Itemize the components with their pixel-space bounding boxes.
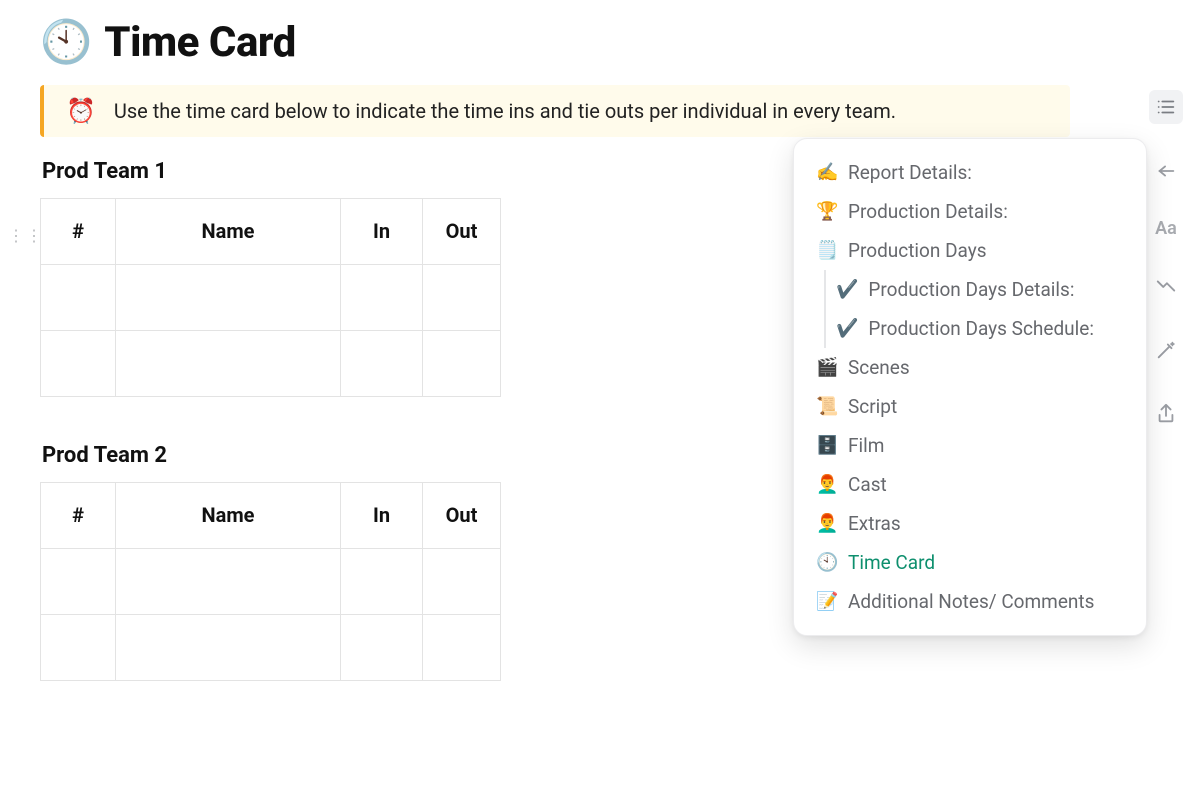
outline-item-label: Cast — [848, 473, 887, 496]
outline-toggle-button[interactable] — [1149, 90, 1183, 124]
col-header-out: Out — [423, 199, 501, 265]
cell[interactable] — [341, 265, 423, 331]
right-action-rail: Aa — [1144, 90, 1188, 431]
col-header-name: Name — [116, 199, 341, 265]
outline-item-production-days[interactable]: 🗒️ Production Days — [802, 231, 1138, 270]
table-header-row: # Name In Out — [41, 483, 501, 549]
alarm-clock-icon: ⏰ — [66, 99, 96, 123]
timecard-table-team1[interactable]: # Name In Out — [40, 198, 501, 397]
drag-handle-icon[interactable]: ⋮⋮ — [8, 226, 44, 245]
col-header-in: In — [341, 199, 423, 265]
outline-item-label: Script — [848, 395, 897, 418]
outline-panel[interactable]: ✍️ Report Details: 🏆 Production Details:… — [793, 138, 1147, 636]
table-row[interactable] — [41, 615, 501, 681]
cell[interactable] — [341, 331, 423, 397]
callout-block[interactable]: ⏰ Use the time card below to indicate th… — [40, 85, 1070, 137]
person-icon: 👨‍🦰 — [816, 474, 838, 495]
table-row[interactable] — [41, 331, 501, 397]
col-header-in: In — [341, 483, 423, 549]
outline-item-extras[interactable]: 👨‍🦰 Extras — [802, 504, 1138, 543]
outline-item-label: Additional Notes/ Comments — [848, 590, 1094, 613]
ai-assist-button[interactable] — [1149, 269, 1183, 303]
outline-item-time-card[interactable]: 🕙 Time Card — [802, 543, 1138, 582]
zigzag-icon — [1155, 275, 1177, 297]
outline-item-label: Time Card — [848, 551, 935, 574]
timecard-table-team2[interactable]: # Name In Out — [40, 482, 501, 681]
person-icon: 👨‍🦰 — [816, 513, 838, 534]
outline-icon — [1155, 96, 1177, 118]
col-header-number: # — [41, 199, 116, 265]
cell[interactable] — [116, 265, 341, 331]
share-button[interactable] — [1149, 397, 1183, 431]
outline-item-film[interactable]: 🗄️ Film — [802, 426, 1138, 465]
writing-hand-icon: ✍️ — [816, 162, 838, 183]
page-title-icon: 🕙 — [40, 22, 92, 64]
outline-item-report-details[interactable]: ✍️ Report Details: — [802, 153, 1138, 192]
check-icon: ✔️ — [836, 318, 858, 339]
cell[interactable] — [41, 331, 116, 397]
cell[interactable] — [116, 549, 341, 615]
clapper-icon: 🎬 — [816, 357, 838, 378]
outline-item-label: Production Details: — [848, 200, 1008, 223]
outline-item-production-days-schedule[interactable]: ✔️ Production Days Schedule: — [802, 309, 1138, 348]
outline-item-script[interactable]: 📜 Script — [802, 387, 1138, 426]
outline-item-label: Film — [848, 434, 884, 457]
text-style-button[interactable]: Aa — [1155, 218, 1177, 239]
outline-item-cast[interactable]: 👨‍🦰 Cast — [802, 465, 1138, 504]
cell[interactable] — [116, 331, 341, 397]
check-icon: ✔️ — [836, 279, 858, 300]
outline-item-label: Extras — [848, 512, 901, 535]
outline-item-label: Scenes — [848, 356, 910, 379]
outline-item-label: Production Days Details: — [868, 278, 1074, 301]
memo-icon: 📝 — [816, 591, 838, 612]
page-title-row: 🕙 Time Card — [40, 18, 1160, 67]
cell[interactable] — [341, 549, 423, 615]
outline-item-label: Production Days — [848, 239, 987, 262]
cell[interactable] — [41, 549, 116, 615]
col-header-number: # — [41, 483, 116, 549]
auto-format-button[interactable] — [1149, 333, 1183, 367]
notepad-icon: 🗒️ — [816, 240, 838, 261]
col-header-name: Name — [116, 483, 341, 549]
outline-item-scenes[interactable]: 🎬 Scenes — [802, 348, 1138, 387]
cell[interactable] — [423, 265, 501, 331]
table-header-row: # Name In Out — [41, 199, 501, 265]
outdent-icon — [1155, 160, 1177, 182]
outline-item-production-days-details[interactable]: ✔️ Production Days Details: — [802, 270, 1138, 309]
col-header-out: Out — [423, 483, 501, 549]
cell[interactable] — [423, 615, 501, 681]
trophy-icon: 🏆 — [816, 201, 838, 222]
cell[interactable] — [41, 615, 116, 681]
cell[interactable] — [116, 615, 341, 681]
magic-wand-icon — [1155, 339, 1177, 361]
outline-item-label: Production Days Schedule: — [868, 317, 1094, 340]
cell[interactable] — [41, 265, 116, 331]
table-row[interactable] — [41, 549, 501, 615]
scroll-icon: 📜 — [816, 396, 838, 417]
cell[interactable] — [423, 549, 501, 615]
outline-item-label: Report Details: — [848, 161, 972, 184]
share-icon — [1155, 403, 1177, 425]
table-row[interactable] — [41, 265, 501, 331]
page-title: Time Card — [104, 18, 295, 67]
file-cabinet-icon: 🗄️ — [816, 435, 838, 456]
cell[interactable] — [423, 331, 501, 397]
callout-text: Use the time card below to indicate the … — [114, 99, 896, 123]
cell[interactable] — [341, 615, 423, 681]
outdent-button[interactable] — [1149, 154, 1183, 188]
clock-icon: 🕙 — [816, 552, 838, 573]
outline-item-production-details[interactable]: 🏆 Production Details: — [802, 192, 1138, 231]
outline-item-additional-notes[interactable]: 📝 Additional Notes/ Comments — [802, 582, 1138, 621]
